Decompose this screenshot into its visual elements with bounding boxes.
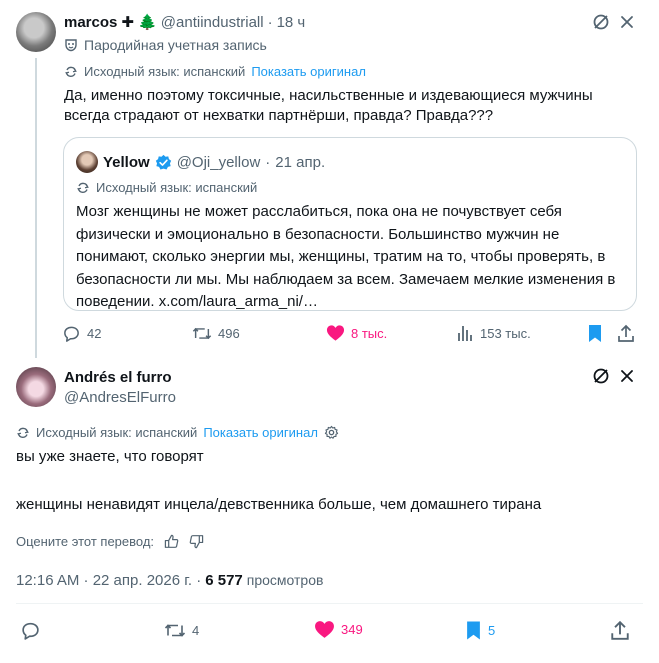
thumbs-up-icon[interactable] <box>164 534 179 549</box>
bookmark-button[interactable]: 5 <box>465 620 495 641</box>
translate-icon <box>76 181 90 195</box>
translation-note: Исходный язык: испанский Показать оригин… <box>16 425 339 440</box>
quoted-tweet[interactable]: Yellow @Oji_yellow · 21 апр. Исходный яз… <box>63 137 637 311</box>
repost-button[interactable]: 4 <box>164 620 199 641</box>
thumbs-down-icon[interactable] <box>189 534 204 549</box>
repost-button[interactable]: 496 <box>192 324 240 343</box>
author-handle: @Oji_yellow <box>176 153 261 171</box>
translate-icon <box>16 426 30 440</box>
more-icon[interactable] <box>617 12 637 32</box>
avatar[interactable] <box>16 12 56 52</box>
avatar <box>76 151 98 173</box>
reply-button[interactable]: 42 <box>62 324 101 343</box>
like-icon <box>326 324 345 342</box>
parody-mask-icon <box>64 38 78 52</box>
views-label: просмотров <box>246 572 324 588</box>
author-name[interactable]: Andrés el furro <box>64 369 172 386</box>
reply-button[interactable] <box>20 620 47 641</box>
bookmark-icon <box>465 620 482 641</box>
bookmark-button[interactable] <box>587 324 603 343</box>
tweet-actions: 42 496 8 тыс. 153 тыс. <box>62 324 636 344</box>
like-icon <box>314 620 335 639</box>
like-button[interactable]: 8 тыс. <box>326 324 387 342</box>
views-icon <box>456 324 474 342</box>
repost-icon <box>164 620 186 641</box>
more-icon[interactable] <box>617 366 637 386</box>
tweet-actions: 4 349 5 <box>16 620 643 642</box>
tweet-meta: 12:16 AM · 22 апр. 2026 г. · 6 577 просм… <box>16 572 323 589</box>
share-button[interactable] <box>610 620 630 641</box>
rate-translation: Оцените этот перевод: <box>16 534 204 549</box>
tweet-time: 21 апр. <box>275 153 326 171</box>
tweet-text: Да, именно поэтому токсичные, насильстве… <box>64 87 593 124</box>
show-original-link[interactable]: Показать оригинал <box>251 64 366 79</box>
repost-icon <box>192 324 212 343</box>
author-badges: ✚ 🌲 <box>121 14 157 31</box>
divider <box>16 603 643 604</box>
thread-line <box>35 58 37 358</box>
share-icon <box>610 620 630 641</box>
views-button[interactable]: 153 тыс. <box>456 324 531 342</box>
tweet-text-line: женщины ненавидят инцела/девственника бо… <box>16 496 542 513</box>
tweet-header: marcos ✚ 🌲 @antiindustriall · 18 ч <box>64 13 306 32</box>
tweet-text-line: вы уже знаете, что говорят <box>16 448 204 465</box>
timestamp[interactable]: 12:16 AM · 22 апр. 2026 г. · <box>16 572 201 589</box>
tweet-time[interactable]: 18 ч <box>277 14 306 31</box>
author-name: Yellow <box>103 153 150 171</box>
like-button[interactable]: 349 <box>314 620 363 639</box>
translation-note: Исходный язык: испанский Показать оригин… <box>64 64 366 79</box>
quote-header: Yellow @Oji_yellow · 21 апр. <box>76 151 325 173</box>
reply-icon <box>62 324 81 343</box>
author-handle[interactable]: @AndresElFurro <box>64 389 176 406</box>
settings-icon[interactable] <box>324 425 339 440</box>
show-original-link[interactable]: Показать оригинал <box>203 425 318 440</box>
grok-icon[interactable] <box>591 12 611 32</box>
grok-icon[interactable] <box>591 366 611 386</box>
view-count: 6 577 <box>205 572 243 589</box>
quote-text: Мозг женщины не может расслабиться, пока… <box>76 203 616 310</box>
translate-icon <box>64 65 78 79</box>
share-button[interactable] <box>617 324 635 343</box>
author-handle[interactable]: @antiindustriall <box>161 14 264 31</box>
parody-label: Пародийная учетная запись <box>64 37 267 53</box>
author-name[interactable]: marcos <box>64 14 117 31</box>
bookmark-icon <box>587 324 603 343</box>
share-icon <box>617 324 635 343</box>
verified-icon <box>155 154 172 171</box>
translation-note: Исходный язык: испанский <box>76 180 257 195</box>
avatar[interactable] <box>16 367 56 407</box>
reply-icon <box>20 620 41 641</box>
